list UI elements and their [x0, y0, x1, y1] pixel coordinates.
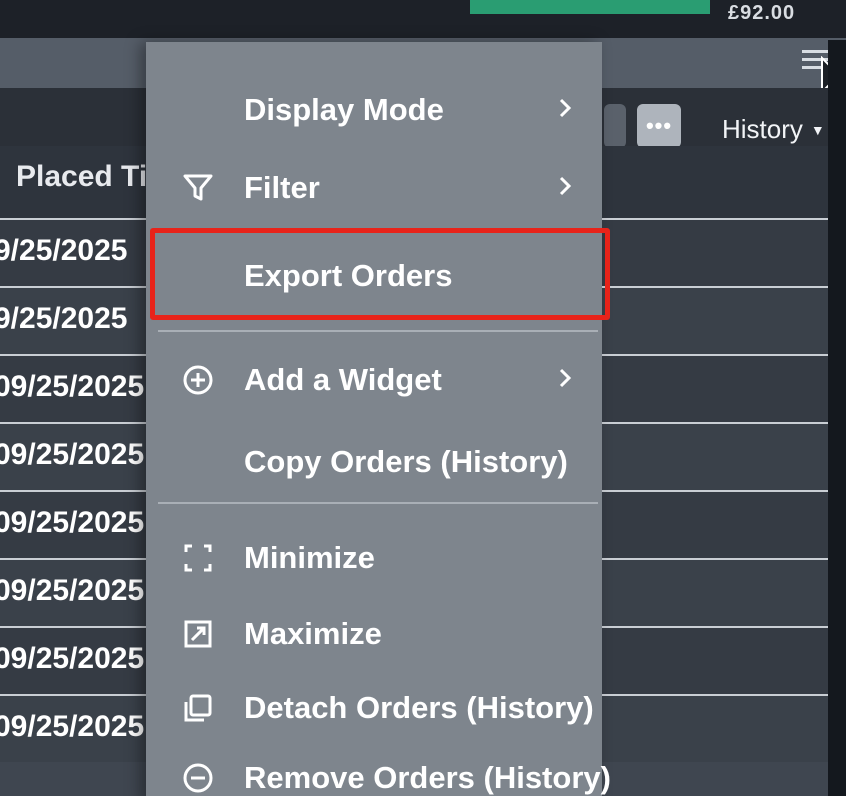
- chevron-right-icon: [559, 98, 572, 118]
- menu-item-label: Display Mode: [244, 92, 444, 127]
- toolbar-button[interactable]: [604, 104, 626, 148]
- minimize-icon: [184, 544, 212, 572]
- menu-item-label: Filter: [244, 170, 320, 205]
- plus-circle-icon: [183, 365, 213, 395]
- more-options-label: •••: [645, 113, 673, 138]
- chevron-right-icon: [559, 368, 572, 388]
- remove-icon: [183, 763, 213, 793]
- menu-item-filter[interactable]: Filter: [146, 154, 602, 218]
- menu-item-label: Copy Orders (History): [244, 444, 568, 479]
- detach-icon: [184, 694, 212, 722]
- menu-item-label: Minimize: [244, 540, 375, 575]
- filter-icon: [183, 174, 213, 201]
- menu-item-maximize[interactable]: Maximize: [146, 600, 602, 664]
- menu-item-display-mode[interactable]: Display Mode: [146, 76, 602, 140]
- placed-time-cell: 9/25/2025: [0, 234, 128, 267]
- caret-down-icon: ▼: [810, 121, 825, 138]
- top-strip: [0, 0, 846, 38]
- menu-item-label: Maximize: [244, 616, 382, 651]
- placed-time-cell: 09/25/2025: [0, 710, 145, 743]
- price-bar: [470, 0, 710, 14]
- placed-time-cell: 09/25/2025: [0, 438, 145, 471]
- menu-item-label: Remove Orders (History): [244, 760, 611, 795]
- history-dropdown[interactable]: History ▼: [722, 114, 825, 145]
- menu-item-copy-orders[interactable]: Copy Orders (History): [146, 428, 602, 492]
- history-dropdown-label: History: [722, 114, 803, 144]
- context-menu: Display Mode Filter Export Orders Add a …: [146, 42, 611, 796]
- menu-item-minimize[interactable]: Minimize: [146, 524, 602, 588]
- trading-screen: £92.00 ••• History ▼ Placed Ti 9/25/2025…: [0, 0, 846, 796]
- placed-time-cell: 9/25/2025: [0, 302, 128, 335]
- placed-time-cell: 09/25/2025: [0, 642, 145, 675]
- placed-time-cell: 09/25/2025: [0, 506, 145, 539]
- menu-separator: [158, 330, 598, 332]
- placed-time-cell: 09/25/2025: [0, 574, 145, 607]
- menu-item-add-widget[interactable]: Add a Widget: [146, 346, 602, 410]
- top-price: £92.00: [728, 2, 796, 24]
- chevron-right-icon: [559, 176, 572, 196]
- more-options-button[interactable]: •••: [637, 104, 681, 148]
- column-header-placed-time[interactable]: Placed Ti: [16, 160, 147, 194]
- maximize-icon: [184, 620, 212, 648]
- export-orders-highlight-box: [150, 228, 610, 320]
- menu-item-label: Add a Widget: [244, 362, 442, 397]
- screen-bezel: [828, 40, 846, 796]
- menu-item-detach-orders[interactable]: Detach Orders (History): [146, 674, 602, 738]
- menu-separator: [158, 502, 598, 504]
- placed-time-cell: 09/25/2025: [0, 370, 145, 403]
- menu-item-label: Detach Orders (History): [244, 690, 594, 725]
- menu-item-remove-orders[interactable]: Remove Orders (History): [146, 744, 611, 796]
